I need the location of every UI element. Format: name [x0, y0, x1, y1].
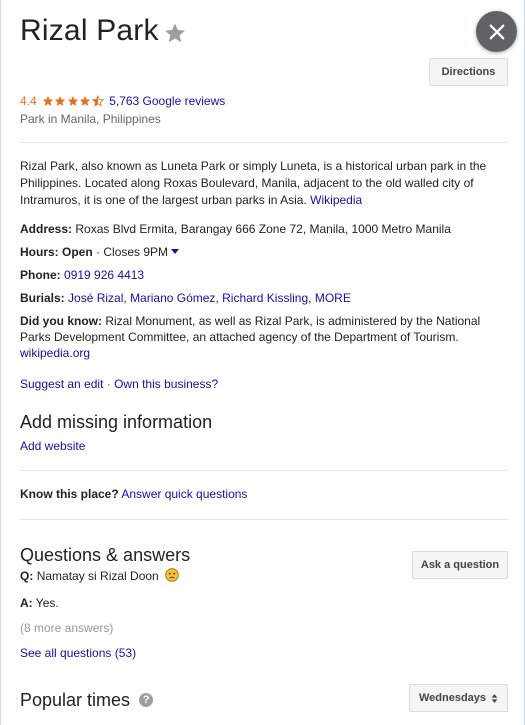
close-icon: [489, 24, 504, 39]
knowledge-panel: Rizal Park Directions 4.4 5,763 Google r…: [0, 0, 525, 725]
know-place-row: Know this place? Answer quick questions: [20, 487, 247, 501]
day-select-label: Wednesdays: [418, 692, 487, 704]
hours-separator: ·: [92, 245, 104, 259]
reviews-link[interactable]: 5,763 Google reviews: [109, 94, 225, 108]
place-title: Rizal Park: [20, 14, 159, 47]
place-category: Park in Manila, Philippines: [20, 112, 161, 126]
answer-questions-link[interactable]: Answer quick questions: [121, 487, 247, 501]
rating-stars: [42, 95, 105, 107]
answer-text: Yes.: [35, 596, 59, 610]
burial-link[interactable]: Mariano Gómez: [130, 291, 215, 305]
hours-label: Hours:: [20, 245, 59, 259]
own-business-link[interactable]: Own this business?: [114, 377, 218, 391]
add-website-link[interactable]: Add website: [20, 439, 85, 453]
sort-updown-icon: [491, 693, 498, 703]
star-full-icon: [54, 96, 66, 106]
worried-face-icon: [165, 568, 179, 582]
edit-row: Suggest an edit · Own this business?: [20, 377, 218, 391]
burial-link[interactable]: Richard Kissling: [222, 291, 308, 305]
address-row: Address: Roxas Blvd Ermita, Barangay 666…: [20, 221, 510, 237]
star-half-icon: [91, 95, 104, 107]
description: Rizal Park, also known as Luneta Park or…: [20, 158, 510, 209]
rating-row: 4.4 5,763 Google reviews: [20, 94, 225, 108]
more-answers[interactable]: (8 more answers): [20, 621, 113, 635]
star-full-icon: [79, 96, 91, 106]
day-select-dropdown[interactable]: Wednesdays: [409, 684, 508, 712]
ask-question-button[interactable]: Ask a question: [412, 551, 508, 579]
hours-row: Hours: Open · Closes 9PM: [20, 244, 510, 260]
phone-label: Phone:: [20, 268, 61, 282]
title-row: Rizal Park: [20, 14, 187, 48]
description-text: Rizal Park, also known as Luneta Park or…: [20, 159, 487, 207]
address-value: Roxas Blvd Ermita, Barangay 666 Zone 72,…: [75, 222, 451, 236]
know-place-label: Know this place?: [20, 487, 119, 501]
missing-info-heading: Add missing information: [20, 412, 213, 432]
did-you-know-row: Did you know: Rizal Monument, as well as…: [20, 313, 510, 361]
edit-separator: ·: [103, 377, 115, 391]
star-full-icon: [42, 96, 53, 106]
qa-heading: Questions & answers: [20, 545, 191, 565]
phone-row: Phone: 0919 926 4413: [20, 267, 510, 283]
divider: [20, 519, 508, 520]
divider: [20, 470, 508, 471]
see-all-questions-link[interactable]: See all questions (53): [20, 646, 136, 660]
phone-link[interactable]: 0919 926 4413: [64, 268, 144, 282]
popular-times-row: Popular times?: [20, 690, 154, 711]
question-row[interactable]: Q: Namatay si Rizal Doon: [20, 568, 179, 583]
star-full-icon: [67, 96, 78, 106]
wikipedia-org-link[interactable]: wikipedia.org: [20, 346, 90, 360]
directions-button[interactable]: Directions: [429, 58, 508, 86]
star-icon[interactable]: [163, 21, 187, 45]
burials-row: Burials: José Rizal, Mariano Gómez, Rich…: [20, 291, 351, 305]
help-icon[interactable]: ?: [139, 693, 154, 707]
hours-close[interactable]: Closes 9PM: [103, 245, 168, 259]
wikipedia-link[interactable]: Wikipedia: [310, 193, 362, 207]
burials-label: Burials:: [20, 291, 65, 305]
answer-label: A:: [20, 596, 33, 610]
caret-down-icon[interactable]: [171, 249, 180, 254]
answer-row: A: Yes.: [20, 596, 59, 610]
address-label: Address:: [20, 222, 73, 236]
divider: [20, 142, 508, 143]
close-button[interactable]: [476, 11, 517, 52]
question-text: Namatay si Rizal Doon: [36, 569, 159, 583]
hours-status: Open: [62, 245, 93, 259]
question-label: Q:: [20, 569, 34, 583]
burial-more-link[interactable]: MORE: [315, 291, 351, 305]
burial-link[interactable]: José Rizal: [68, 291, 123, 305]
suggest-edit-link[interactable]: Suggest an edit: [20, 377, 103, 391]
popular-times-heading: Popular times: [20, 690, 131, 710]
did-you-know-label: Did you know:: [20, 314, 102, 328]
rating-value: 4.4: [20, 94, 37, 108]
